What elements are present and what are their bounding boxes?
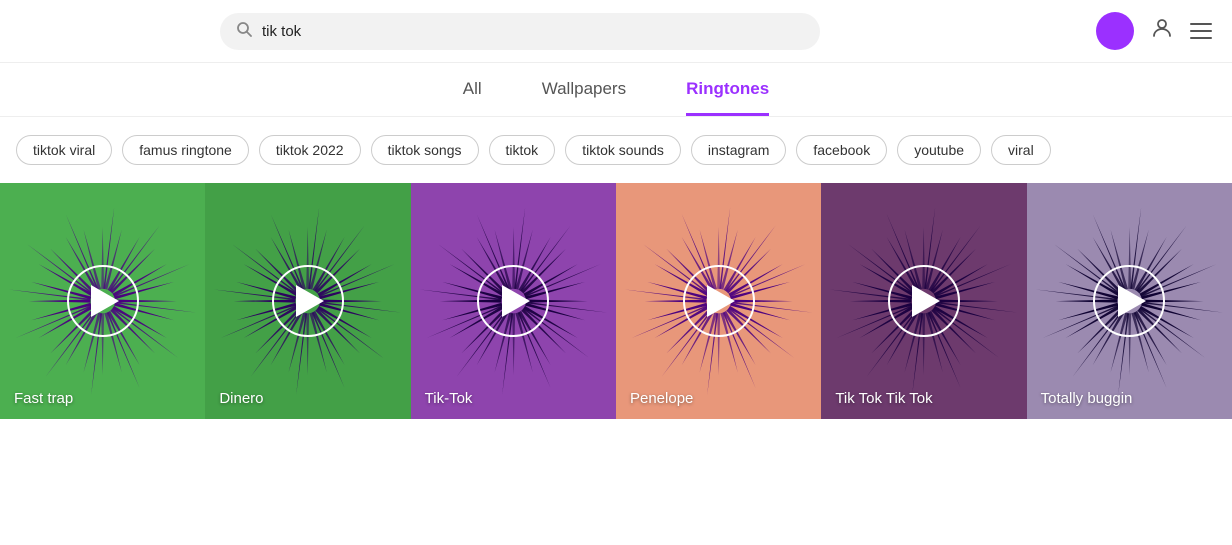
card-content — [616, 183, 821, 419]
play-button[interactable] — [272, 265, 344, 337]
search-icon — [236, 21, 252, 42]
filter-chip[interactable]: tiktok 2022 — [259, 135, 361, 165]
card[interactable]: Dinero — [205, 183, 410, 419]
play-icon — [91, 285, 119, 317]
search-bar — [220, 13, 820, 50]
play-icon — [296, 285, 324, 317]
card-content — [0, 183, 205, 419]
play-icon — [502, 285, 530, 317]
header — [0, 0, 1232, 63]
card[interactable]: Fast trap — [0, 183, 205, 419]
nav-tabs: All Wallpapers Ringtones — [0, 63, 1232, 117]
card-content — [205, 183, 410, 419]
menu-icon[interactable] — [1190, 23, 1212, 39]
user-icon[interactable] — [1150, 16, 1174, 46]
card[interactable]: Penelope — [616, 183, 821, 419]
card-content — [821, 183, 1026, 419]
play-button[interactable] — [888, 265, 960, 337]
play-icon — [707, 285, 735, 317]
tab-all[interactable]: All — [463, 79, 482, 116]
filter-chip[interactable]: tiktok songs — [371, 135, 479, 165]
tab-wallpapers[interactable]: Wallpapers — [542, 79, 626, 116]
filter-chip[interactable]: tiktok viral — [16, 135, 112, 165]
play-button[interactable] — [477, 265, 549, 337]
play-icon — [1118, 285, 1146, 317]
content-grid: Fast trapDineroTik-TokPenelopeTik Tok Ti… — [0, 183, 1232, 419]
upload-button[interactable] — [1096, 12, 1134, 50]
filter-chips: tiktok viral famus ringtone tiktok 2022 tik… — [0, 117, 1232, 183]
play-button[interactable] — [67, 265, 139, 337]
filter-chip[interactable]: youtube — [897, 135, 981, 165]
play-button[interactable] — [1093, 265, 1165, 337]
filter-chip[interactable]: tiktok sounds — [565, 135, 681, 165]
filter-chip[interactable]: instagram — [691, 135, 786, 165]
filter-chip[interactable]: facebook — [796, 135, 887, 165]
play-icon — [912, 285, 940, 317]
card[interactable]: Totally buggin — [1027, 183, 1232, 419]
card-content — [1027, 183, 1232, 419]
filter-chip[interactable]: famus ringtone — [122, 135, 249, 165]
card[interactable]: Tik Tok Tik Tok — [821, 183, 1026, 419]
header-actions — [1096, 12, 1212, 50]
filter-chip[interactable]: viral — [991, 135, 1051, 165]
search-input[interactable] — [262, 23, 794, 40]
play-button[interactable] — [683, 265, 755, 337]
card[interactable]: Tik-Tok — [411, 183, 616, 419]
filter-chip[interactable]: tiktok — [489, 135, 556, 165]
tab-ringtones[interactable]: Ringtones — [686, 79, 769, 116]
card-content — [411, 183, 616, 419]
